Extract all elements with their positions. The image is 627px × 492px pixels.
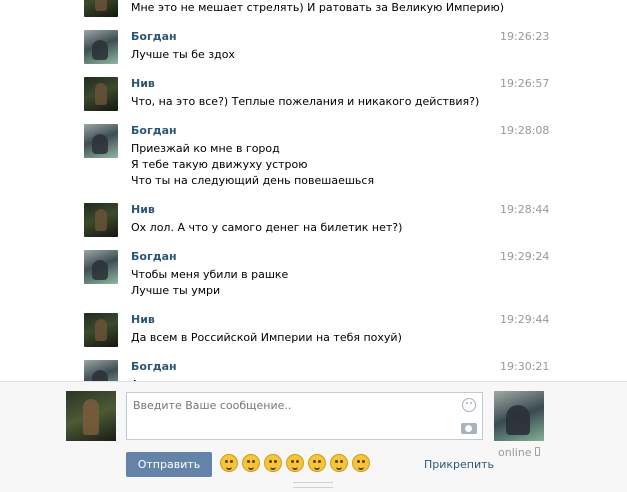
message-author[interactable]: Нив	[131, 203, 155, 217]
message-time: 19:29:24	[500, 250, 550, 263]
message-text: Что ты на следующий день повешаешься	[131, 174, 375, 187]
niv-avatar[interactable]	[84, 313, 118, 347]
mobile-phone-icon	[535, 447, 540, 456]
bogdan-avatar[interactable]	[84, 250, 118, 284]
message-body: Что, на это все?) Теплые пожелания и ник…	[131, 94, 479, 110]
message-body: Лучше ты бе здох	[131, 47, 235, 63]
camera-icon[interactable]	[461, 423, 477, 434]
bogdan-avatar[interactable]	[84, 30, 118, 64]
niv-avatar[interactable]	[84, 0, 118, 17]
message-body: Да всем в Российской Империи на тебя пох…	[131, 330, 402, 346]
message-author[interactable]: Нив	[131, 77, 155, 91]
message-text: Что, на это все?) Теплые пожелания и ник…	[131, 95, 480, 108]
my-avatar[interactable]	[66, 391, 116, 441]
message-author[interactable]: Богдан	[131, 124, 177, 138]
message-text: Приезжай ко мне в город	[131, 142, 280, 155]
laugh-emoji-icon[interactable]	[264, 454, 282, 472]
message-text: Лучше ты умри	[131, 284, 221, 297]
message-time: 19:28:08	[500, 124, 550, 137]
message-text: Я тебе такую движуху устрою	[131, 158, 308, 171]
message-time: 19:26:57	[500, 77, 550, 90]
niv-avatar[interactable]	[84, 77, 118, 111]
message-text: Да всем в Российской Империи на тебя пох…	[131, 331, 402, 344]
message-time: 19:28:44	[500, 203, 550, 216]
tongue-emoji-icon[interactable]	[352, 454, 370, 472]
message-author[interactable]: Богдан	[131, 30, 177, 44]
bogdan-avatar[interactable]	[84, 124, 118, 158]
message-text: Лучше ты бе здох	[131, 48, 235, 61]
message-text: Мне это не мешает стрелять) И ратовать з…	[131, 1, 505, 14]
peer-avatar[interactable]	[494, 391, 544, 441]
smiley-icon[interactable]	[462, 398, 476, 412]
message-time: 19:30:21	[500, 360, 550, 373]
composer-area: Введите Ваше сообщение.. Отправить Прикр…	[0, 381, 627, 492]
resize-handle[interactable]	[293, 482, 333, 488]
smile-emoji-icon[interactable]	[242, 454, 260, 472]
message-time: 19:26:23	[500, 30, 550, 43]
message-time: 19:29:44	[500, 313, 550, 326]
message-body: Мне это не мешает стрелять) И ратовать з…	[131, 0, 504, 16]
peer-online-status: online	[498, 446, 532, 459]
message-body: Ох лол. А что у самого денег на билетик …	[131, 220, 402, 236]
message-author[interactable]: Богдан	[131, 250, 177, 264]
niv-avatar[interactable]	[84, 203, 118, 237]
send-button[interactable]: Отправить	[126, 452, 212, 477]
message-input-placeholder: Введите Ваше сообщение..	[133, 399, 292, 412]
message-author[interactable]: Богдан	[131, 360, 177, 374]
happy-emoji-icon[interactable]	[308, 454, 326, 472]
message-body: Чтобы меня убили в рашке Лучше ты умри	[131, 267, 288, 299]
message-history[interactable]: Мне это не мешает стрелять) И ратовать з…	[0, 0, 627, 381]
grin-emoji-icon[interactable]	[286, 454, 304, 472]
message-input[interactable]: Введите Ваше сообщение..	[126, 392, 483, 440]
message-text: Ох лол. А что у самого денег на билетик …	[131, 221, 403, 234]
attach-link[interactable]: Прикрепить	[424, 458, 494, 472]
wink-kiss-emoji-icon[interactable]	[330, 454, 348, 472]
bogdan-avatar[interactable]	[84, 360, 118, 381]
chat-window: Мне это не мешает стрелять) И ратовать з…	[0, 0, 627, 492]
message-author[interactable]: Нив	[131, 313, 155, 327]
kiss-emoji-icon[interactable]	[220, 454, 238, 472]
message-text: Чтобы меня убили в рашке	[131, 268, 289, 281]
message-body: Приезжай ко мне в город Я тебе такую дви…	[131, 141, 374, 189]
